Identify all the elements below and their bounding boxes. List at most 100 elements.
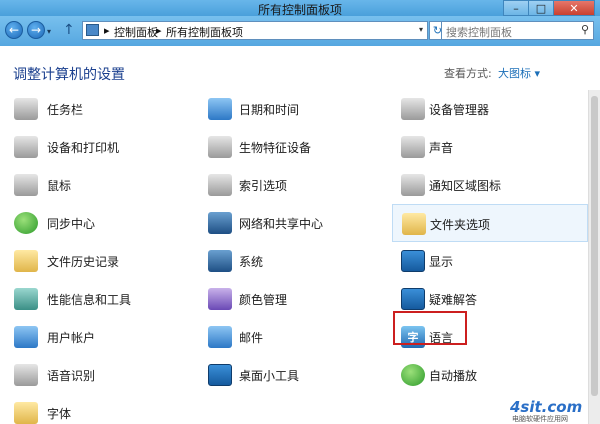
vertical-scrollbar[interactable] <box>588 90 600 424</box>
page-header: 调整计算机的设置 查看方式: 大图标 ▾ <box>0 46 600 90</box>
item-label: 设备和打印机 <box>47 141 120 155</box>
item-label: 显示 <box>429 255 454 269</box>
view-by-dropdown[interactable]: 大图标 ▾ <box>498 65 540 81</box>
control-panel-item[interactable]: 文件历史记录 <box>0 242 196 280</box>
display-icon <box>401 250 425 272</box>
speaker-icon <box>401 136 425 158</box>
item-label: 性能信息和工具 <box>47 293 132 307</box>
control-panel-item[interactable]: 桌面小工具 <box>196 356 392 394</box>
item-label: 鼠标 <box>47 179 72 193</box>
up-button[interactable]: ↑ <box>63 22 75 38</box>
back-button[interactable]: ← <box>5 21 23 39</box>
item-label: 网络和共享中心 <box>239 217 324 231</box>
control-panel-item[interactable]: 索引选项 <box>196 166 392 204</box>
recent-pages-dropdown[interactable]: ▾ <box>47 27 51 36</box>
fingerprint-icon <box>208 136 232 158</box>
control-panel-item[interactable]: 网络和共享中心 <box>196 204 392 242</box>
item-label: 通知区域图标 <box>429 179 502 193</box>
item-label: 任务栏 <box>47 103 84 117</box>
item-label: 邮件 <box>239 331 264 345</box>
mail-icon <box>208 326 232 348</box>
forward-button[interactable]: → <box>27 21 45 39</box>
breadcrumb-separator-icon: ▸ <box>156 24 162 37</box>
desktop-gadgets-icon <box>208 364 232 386</box>
sync-icon <box>14 212 38 234</box>
highlight-box <box>393 311 467 345</box>
notification-area-icon <box>401 174 425 196</box>
maximize-button[interactable]: □ <box>528 0 554 16</box>
control-panel-item[interactable]: 颜色管理 <box>196 280 392 318</box>
navigation-bar: ← → ▾ ↑ ▸ 控制面板 ▸ 所有控制面板项 ▾ ↻ 搜索控制面板 ⚲ <box>0 16 600 46</box>
performance-icon <box>14 288 38 310</box>
address-bar[interactable]: ▸ 控制面板 ▸ 所有控制面板项 ▾ <box>82 21 428 40</box>
window-controls: – □ ✕ <box>503 0 595 16</box>
control-panel-item[interactable]: 生物特征设备 <box>196 128 392 166</box>
watermark: 4sit.com 电脑软硬件应用网 <box>510 398 600 424</box>
autoplay-icon <box>401 364 425 386</box>
control-panel-item[interactable]: 字体 <box>0 394 196 424</box>
control-panel-item[interactable]: 自动播放 <box>392 356 588 394</box>
scrollbar-thumb[interactable] <box>591 96 598 396</box>
page-title: 调整计算机的设置 <box>13 67 125 83</box>
item-label: 文件夹选项 <box>430 218 491 232</box>
breadcrumb-all-items[interactable]: 所有控制面板项 <box>166 24 243 40</box>
item-label: 设备管理器 <box>429 103 490 117</box>
item-label: 声音 <box>429 141 454 155</box>
breadcrumb-separator-icon: ▸ <box>104 24 110 37</box>
calendar-clock-icon <box>208 98 232 120</box>
item-label: 自动播放 <box>429 369 478 383</box>
printer-icon <box>14 136 38 158</box>
up-arrow-icon: ↑ <box>63 22 75 38</box>
control-panel-item[interactable]: 设备管理器 <box>392 90 588 128</box>
search-input[interactable]: 搜索控制面板 <box>446 26 512 39</box>
minimize-button[interactable]: – <box>503 0 529 16</box>
color-management-icon <box>208 288 232 310</box>
search-box[interactable]: 搜索控制面板 ⚲ <box>441 21 594 40</box>
item-label: 疑难解答 <box>429 293 478 307</box>
back-arrow-icon: ← <box>8 23 20 37</box>
taskbar-icon <box>14 98 38 120</box>
control-panel-item[interactable]: 日期和时间 <box>196 90 392 128</box>
control-panel-item[interactable]: 任务栏 <box>0 90 196 128</box>
device-manager-icon <box>401 98 425 120</box>
item-label: 日期和时间 <box>239 103 300 117</box>
address-dropdown-icon[interactable]: ▾ <box>419 25 423 34</box>
item-label: 生物特征设备 <box>239 141 312 155</box>
forward-arrow-icon: → <box>30 23 42 37</box>
title-bar: 所有控制面板项 – □ ✕ <box>0 0 600 17</box>
items-grid: 任务栏 日期和时间 设备管理器设备和打印机 生物特征设备 声音鼠标 索引选项 通知区域图标同… <box>0 90 588 424</box>
control-panel-item[interactable]: 邮件 <box>196 318 392 356</box>
watermark-subtitle: 电脑软硬件应用网 <box>512 415 568 423</box>
item-label: 索引选项 <box>239 179 288 193</box>
control-panel-item[interactable]: 文件夹选项 <box>392 204 588 242</box>
control-panel-item[interactable]: 性能信息和工具 <box>0 280 196 318</box>
item-label: 用户帐户 <box>47 331 96 345</box>
microphone-icon <box>14 364 38 386</box>
control-panel-item[interactable]: 声音 <box>392 128 588 166</box>
folder-options-icon <box>402 213 426 235</box>
item-label: 系统 <box>239 255 264 269</box>
item-label: 语音识别 <box>47 369 96 383</box>
index-search-icon <box>208 174 232 196</box>
control-panel-item[interactable]: 设备和打印机 <box>0 128 196 166</box>
control-panel-item[interactable]: 用户帐户 <box>0 318 196 356</box>
control-panel-items: 任务栏 日期和时间 设备管理器设备和打印机 生物特征设备 声音鼠标 索引选项 通知区域图标同… <box>0 90 600 424</box>
network-icon <box>208 212 232 234</box>
control-panel-item[interactable]: 鼠标 <box>0 166 196 204</box>
control-panel-item[interactable]: 语音识别 <box>0 356 196 394</box>
control-panel-item[interactable]: 显示 <box>392 242 588 280</box>
control-panel-icon <box>86 24 99 36</box>
item-label: 字体 <box>47 407 72 421</box>
control-panel-item[interactable]: 系统 <box>196 242 392 280</box>
breadcrumb-control-panel[interactable]: 控制面板 <box>114 24 158 40</box>
file-history-icon <box>14 250 38 272</box>
user-accounts-icon <box>14 326 38 348</box>
search-icon[interactable]: ⚲ <box>581 23 589 36</box>
mouse-icon <box>14 174 38 196</box>
troubleshooting-icon <box>401 288 425 310</box>
system-icon <box>208 250 232 272</box>
control-panel-item[interactable]: 同步中心 <box>0 204 196 242</box>
item-label: 桌面小工具 <box>239 369 300 383</box>
close-button[interactable]: ✕ <box>553 0 595 16</box>
control-panel-item[interactable]: 通知区域图标 <box>392 166 588 204</box>
